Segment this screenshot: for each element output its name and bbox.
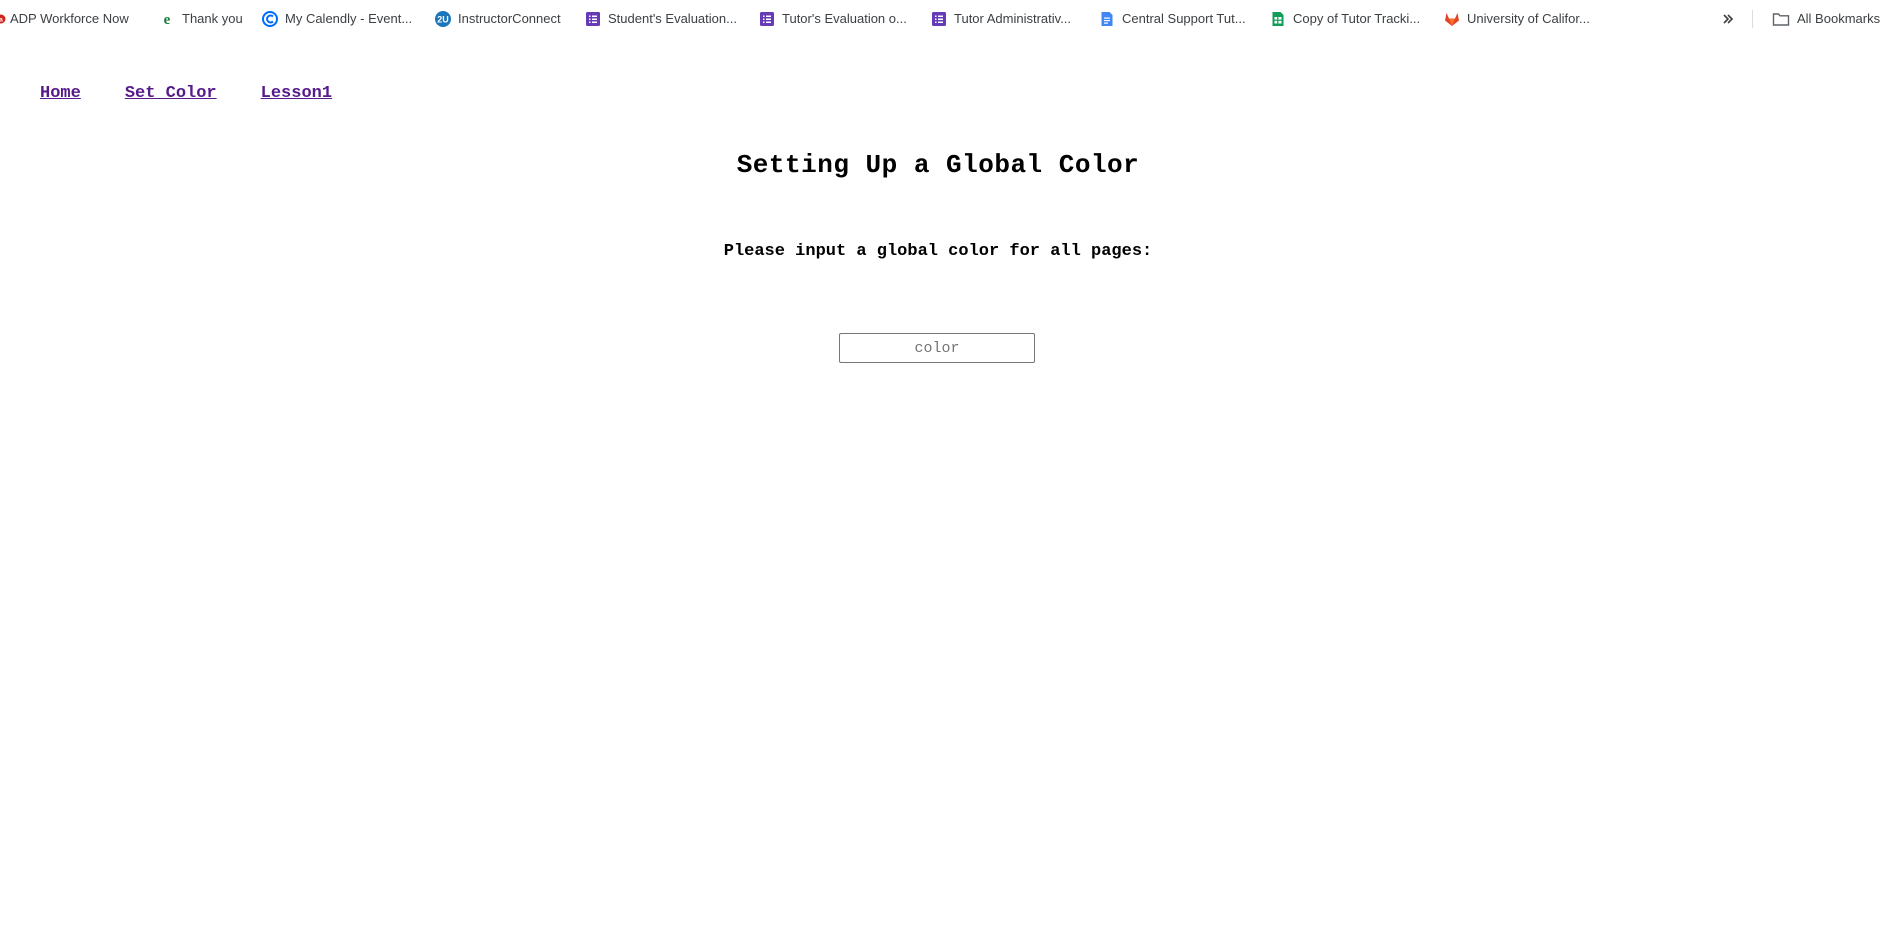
calendly-icon: [262, 11, 278, 27]
nav-link-lesson1[interactable]: Lesson1: [261, 84, 332, 103]
nav-link-set-color[interactable]: Set Color: [125, 84, 217, 103]
bookmark-label: Thank you: [182, 11, 243, 26]
bookmarks-bar: a ADP Workforce Now e Thank you My Calen…: [0, 0, 1887, 38]
bookmarks-overflow-button[interactable]: [1718, 9, 1738, 29]
bookmark-label: Central Support Tut...: [1122, 11, 1246, 26]
color-prompt: Please input a global color for all page…: [723, 242, 1153, 261]
bookmark-instructorconnect[interactable]: 2U InstructorConnect: [435, 9, 561, 29]
bookmark-thank-you[interactable]: e Thank you: [159, 9, 243, 29]
bookmark-students-evaluation[interactable]: Student's Evaluation...: [585, 9, 737, 29]
nav-link-home[interactable]: Home: [40, 84, 81, 103]
google-forms-icon: [931, 11, 947, 27]
bookmark-tutor-administrative[interactable]: Tutor Administrativ...: [931, 9, 1071, 29]
double-chevron-right-icon: [1723, 14, 1734, 24]
bookmark-tutor-tracking[interactable]: Copy of Tutor Tracki...: [1270, 9, 1420, 29]
bookmark-label: ADP Workforce Now: [10, 11, 129, 26]
color-input[interactable]: [839, 333, 1035, 363]
bookmark-label: Student's Evaluation...: [608, 11, 737, 26]
google-forms-icon: [759, 11, 775, 27]
google-docs-icon: [1099, 11, 1115, 27]
main-nav: Home Set Color Lesson1: [40, 84, 332, 103]
adp-icon: a: [0, 11, 6, 27]
bookmark-central-support[interactable]: Central Support Tut...: [1099, 9, 1246, 29]
bookmark-calendly[interactable]: My Calendly - Event...: [262, 9, 412, 29]
bookmark-label: Copy of Tutor Tracki...: [1293, 11, 1421, 26]
svg-text:e: e: [164, 12, 171, 27]
page-content: Home Set Color Lesson1 Setting Up a Glob…: [0, 38, 1887, 930]
bookmark-label: My Calendly - Event...: [285, 11, 413, 26]
bookmark-label: Tutor Administrativ...: [954, 11, 1072, 26]
page-title: Setting Up a Global Color: [736, 150, 1140, 180]
2u-icon: 2U: [435, 11, 451, 27]
e-logo-icon: e: [159, 11, 175, 27]
gitlab-icon: [1444, 11, 1460, 27]
bookmark-label: Tutor's Evaluation o...: [782, 11, 907, 26]
folder-icon: [1772, 11, 1790, 27]
google-sheets-icon: [1270, 11, 1286, 27]
bookmark-adp[interactable]: a ADP Workforce Now: [0, 9, 129, 29]
all-bookmarks-label: All Bookmarks: [1797, 11, 1881, 26]
bookmarks-separator: [1752, 10, 1753, 28]
bookmark-tutors-evaluation[interactable]: Tutor's Evaluation o...: [759, 9, 907, 29]
all-bookmarks-button[interactable]: All Bookmarks: [1772, 9, 1880, 29]
bookmark-label: University of Califor...: [1467, 11, 1590, 26]
google-forms-icon: [585, 11, 601, 27]
svg-text:2U: 2U: [437, 15, 449, 25]
bookmark-label: InstructorConnect: [458, 11, 561, 26]
bookmark-university-of-california[interactable]: University of Califor...: [1444, 9, 1590, 29]
